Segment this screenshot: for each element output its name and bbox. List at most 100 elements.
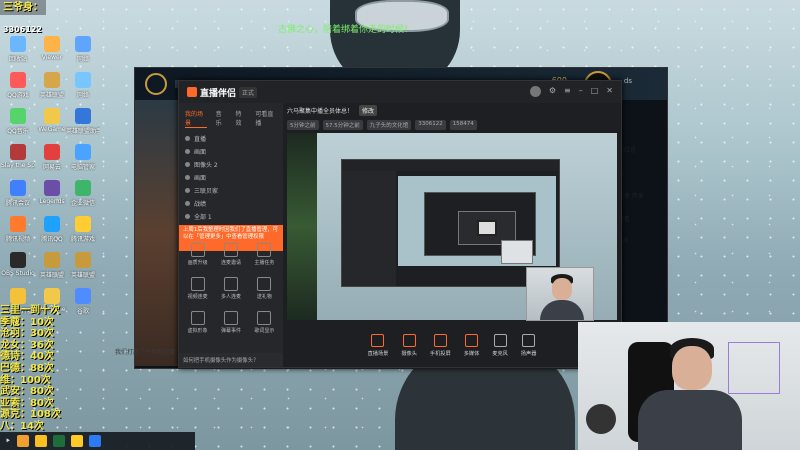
scene-tab[interactable]: 可看直播	[255, 109, 277, 128]
scene-item[interactable]: 画面	[179, 145, 283, 158]
desktop-icon-label: Slay the Spire	[1, 162, 35, 169]
eye-icon[interactable]	[185, 149, 190, 154]
edit-title-button[interactable]: 修改	[358, 105, 377, 116]
scene-tab[interactable]: 音乐	[216, 109, 227, 128]
scene-item[interactable]: 全部 1	[179, 210, 283, 223]
eye-icon[interactable]	[185, 162, 190, 167]
tool-button[interactable]: 歌词显示	[248, 311, 281, 334]
desktop-icon[interactable]: 英雄联盟	[66, 252, 100, 279]
desktop-icon[interactable]: Viewer	[35, 36, 69, 61]
toolbar-label: 麦克风	[492, 350, 508, 357]
tool-button[interactable]: 连麦邀请	[214, 243, 247, 266]
start-icon[interactable]: ⯈	[5, 437, 11, 446]
toolbar-button[interactable]: 手机投屏	[430, 333, 451, 357]
eye-icon[interactable]	[185, 188, 190, 193]
desktop-icon[interactable]: 英雄联盟助手	[66, 108, 100, 135]
eye-icon[interactable]	[185, 175, 190, 180]
tool-icon	[190, 277, 205, 291]
desktop-icon[interactable]: 谷歌	[66, 288, 100, 315]
tool-label: 视频连麦	[187, 294, 208, 300]
desktop-icon-label: 腾讯QQ	[41, 236, 63, 243]
tool-label: 画质升级	[187, 260, 208, 266]
tool-button[interactable]: 主播任务	[248, 243, 281, 266]
desktop-icon-label: 腾讯游戏	[70, 236, 95, 243]
scene-item[interactable]: 三联贝家	[179, 184, 283, 197]
meta-item: 5分钟之前	[287, 120, 319, 130]
toolbar-button[interactable]: 麦克风	[492, 333, 508, 357]
stats-item: 源克：108次	[0, 409, 61, 421]
streamer-face	[672, 346, 712, 390]
taskbar-app-icon[interactable]	[34, 435, 47, 447]
meta-item: 158474	[449, 120, 477, 130]
desktop-icon[interactable]: 回收站	[1, 36, 35, 63]
lol-side-art	[135, 100, 181, 366]
user-avatar[interactable]	[529, 86, 541, 97]
taskbar-app-icon[interactable]	[16, 435, 29, 447]
nested-title-bar	[342, 160, 559, 171]
scene-item[interactable]: 图像头 2	[179, 158, 283, 171]
eye-icon[interactable]	[185, 201, 190, 206]
taskbar: ⯈	[0, 432, 195, 450]
scene-tab[interactable]: 特效	[236, 109, 247, 128]
close-icon[interactable]: ✕	[606, 86, 613, 97]
tool-button[interactable]: 画质升级	[181, 243, 214, 266]
minimize-icon[interactable]: –	[579, 86, 583, 97]
desktop-icon[interactable]: Legends	[35, 180, 69, 205]
lol-right-line: 为红花	[618, 147, 637, 154]
desktop-icon[interactable]: QQ游戏	[1, 72, 35, 99]
tool-button[interactable]: 多人连麦	[214, 277, 247, 300]
stats-item: 沧羽：30次	[0, 328, 54, 340]
tool-label: 送礼物	[256, 294, 272, 300]
toolbar-button[interactable]: 扬声器	[521, 333, 536, 357]
desktop-icon[interactable]: 英雄联盟	[35, 72, 69, 99]
scene-tab[interactable]: 我的场景	[185, 109, 207, 128]
tool-button[interactable]: 弹幕事件	[214, 311, 247, 334]
tool-button[interactable]: 送礼物	[248, 277, 281, 300]
taskbar-app-icon[interactable]	[88, 435, 101, 447]
meta-item: 57.5分钟之前	[322, 120, 363, 130]
eye-icon[interactable]	[185, 136, 190, 141]
desktop-icon[interactable]: 腾讯QQ	[35, 216, 69, 243]
desktop-icon[interactable]: 腾讯游戏	[66, 216, 100, 243]
desktop-icon[interactable]: QQ音乐	[1, 108, 35, 135]
desktop-icon-image	[10, 216, 26, 232]
desktop-icon[interactable]: 企业微信	[66, 180, 100, 207]
desktop-icon[interactable]: 英雄联盟	[35, 252, 69, 279]
desktop-icon-label: 腾讯视频	[5, 236, 30, 243]
help-question[interactable]: 如何把手机摄像头作为摄像头？	[179, 353, 283, 367]
desktop-icon[interactable]: 电脑管家	[66, 144, 100, 171]
toolbar-button[interactable]: 多媒体	[464, 333, 479, 357]
desktop-icon[interactable]: 腾讯视频	[1, 216, 35, 243]
eye-icon[interactable]	[185, 214, 190, 219]
settings-icon[interactable]: ⚙	[549, 86, 556, 97]
desktop-icon[interactable]: Slay the Spire	[1, 144, 35, 169]
webcam-main	[578, 322, 800, 450]
scene-item[interactable]: 画面	[179, 171, 283, 184]
stream-meta: 5分钟之前 57.5分钟之前 九子头的文化馆 3306122 158474	[287, 120, 477, 130]
desktop-icon-image	[44, 180, 60, 196]
desktop-icon[interactable]: 网易云	[35, 144, 69, 171]
desktop-icon[interactable]: 网络	[66, 36, 100, 63]
toolbar-icon	[371, 333, 385, 347]
toolbar-button[interactable]: 摄像头	[401, 333, 417, 357]
scene-item[interactable]: 直播	[179, 132, 283, 145]
desktop-icon[interactable]: 网络	[66, 72, 100, 99]
desktop-icon[interactable]: OBS Studio	[1, 252, 35, 277]
desktop-icon[interactable]: WeGame	[35, 108, 69, 133]
taskbar-app-icon[interactable]	[52, 435, 65, 447]
stats-item: 亚索：80次	[0, 397, 54, 409]
toolbar-button[interactable]: 直播场景	[368, 333, 388, 357]
maximize-icon[interactable]: □	[591, 86, 599, 97]
stats-list: 三里一到十次 季蔻：10次 沧羽：30次 龙女：36次 德诗：40次 巴德：88次 维：10…	[0, 305, 61, 433]
menu-icon[interactable]: ≡	[564, 86, 571, 97]
desktop-icon[interactable]: 腾讯会议	[1, 180, 35, 207]
desktop-icon-image	[75, 72, 91, 88]
taskbar-app-icon[interactable]	[70, 435, 83, 447]
stats-item: 武安：80次	[0, 386, 54, 398]
desktop-icon-label: 英雄联盟助手	[66, 128, 100, 135]
scene-item[interactable]: 战绩	[179, 197, 283, 210]
toolbar-icon	[493, 333, 507, 347]
scene-tabs: 我的场景 音乐 特效 可看直播	[179, 103, 283, 132]
tool-button[interactable]: 虚拟形象	[181, 311, 214, 334]
tool-button[interactable]: 视频连麦	[181, 277, 214, 300]
